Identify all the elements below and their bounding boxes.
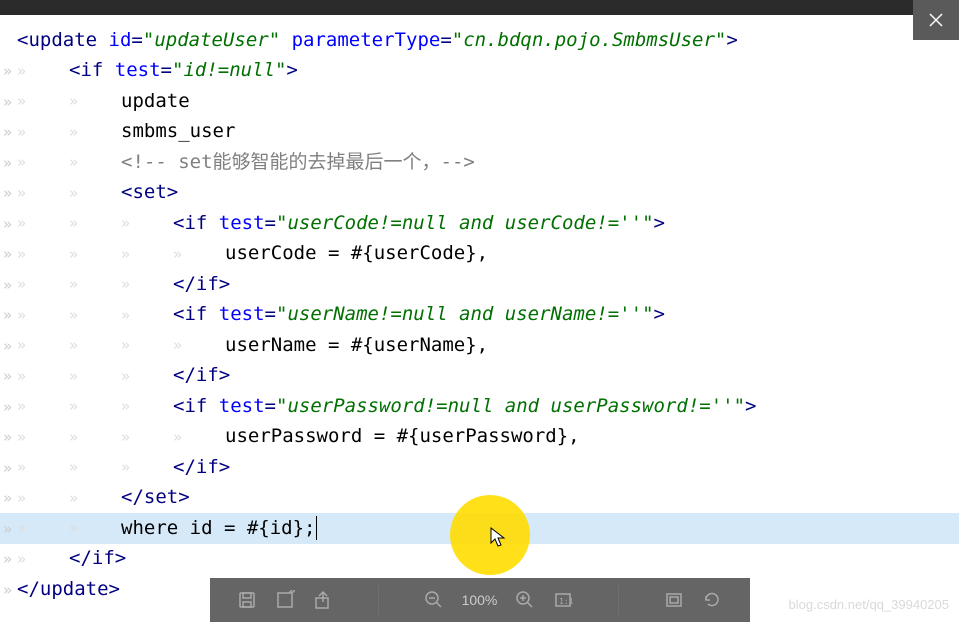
code-content: »»»»userCode = #{userCode}, [17,238,488,269]
gutter: » [0,482,17,514]
gutter: » [0,299,17,331]
code-line[interactable]: »»»»</if> [0,361,959,392]
zoom-out-icon[interactable] [424,590,444,610]
code-content: »»»<if test="userCode!=null and userCode… [17,208,665,239]
gutter: » [0,147,17,179]
svg-text:1:1: 1:1 [559,597,573,606]
code-content: »</if> [17,543,126,574]
code-content: »»»<if test="userName!=null and userName… [17,299,665,330]
code-line[interactable]: »»<if test="id!=null"> [0,56,959,87]
close-button[interactable] [913,0,959,40]
code-line[interactable]: »»»smbms_user [0,117,959,148]
code-content: »»»</if> [17,452,230,483]
code-content: »»<!-- set能够智能的去掉最后一个，--> [17,147,475,178]
gutter: » [0,269,17,301]
code-content: »»»</if> [17,360,230,391]
gutter: » [0,208,17,240]
code-content: »»»»userName = #{userName}, [17,330,488,361]
gutter: » [0,116,17,148]
code-content: </update> [17,574,120,605]
code-content: »»update [17,86,190,117]
save-icon[interactable] [237,590,257,610]
zoom-level: 100% [462,592,498,608]
gutter: » [0,391,17,423]
actual-size-icon[interactable]: 1:1 [553,590,573,610]
code-content: »»»</if> [17,269,230,300]
code-line[interactable]: <update id="updateUser" parameterType="c… [0,25,959,56]
gutter: » [0,513,17,545]
code-content: »»»»userPassword = #{userPassword}, [17,421,580,452]
code-content: »»<set> [17,177,178,208]
code-line[interactable]: »»»»»userPassword = #{userPassword}, [0,422,959,453]
zoom-in-icon[interactable] [515,590,535,610]
code-content: »<if test="id!=null"> [17,55,298,86]
code-line[interactable]: »»»update [0,86,959,117]
window-top-bar [0,0,959,15]
gutter: » [0,238,17,270]
toolbar-divider [378,585,379,615]
image-viewer-toolbar: 100% 1:1 [210,578,750,622]
code-line[interactable]: »»»»<if test="userCode!=null and userCod… [0,208,959,239]
gutter: » [0,330,17,362]
code-line[interactable]: »»»»<if test="userPassword!=null and use… [0,391,959,422]
gutter: » [0,421,17,453]
code-content: »»smbms_user [17,116,235,147]
rotate-icon[interactable] [702,590,722,610]
gutter: » [0,452,17,484]
gutter: » [0,543,17,575]
code-line[interactable]: »»»<set> [0,178,959,209]
close-icon [929,13,943,27]
code-line[interactable]: »»»»»userCode = #{userCode}, [0,239,959,270]
code-content: »»»<if test="userPassword!=null and user… [17,391,756,422]
gutter: » [0,86,17,118]
watermark-text: blog.csdn.net/qq_39940205 [789,597,949,612]
gutter: » [0,574,17,606]
fit-screen-icon[interactable] [664,590,684,610]
toolbar-divider [618,585,619,615]
code-line[interactable]: »»»»<if test="userName!=null and userNam… [0,300,959,331]
code-content: <update id="updateUser" parameterType="c… [17,25,738,56]
window-icon[interactable] [275,590,295,610]
gutter: » [0,360,17,392]
text-cursor [316,516,317,540]
gutter: » [0,55,17,87]
code-line[interactable]: »»»»</if> [0,269,959,300]
gutter: » [0,177,17,209]
mouse-pointer-icon [490,527,508,553]
code-line[interactable]: »»»»»userName = #{userName}, [0,330,959,361]
share-icon[interactable] [313,590,333,610]
code-content: »»</set> [17,482,190,513]
code-line[interactable]: »»»»</if> [0,452,959,483]
code-line[interactable]: »»»<!-- set能够智能的去掉最后一个，--> [0,147,959,178]
code-content: »»where id = #{id}; [17,513,317,544]
